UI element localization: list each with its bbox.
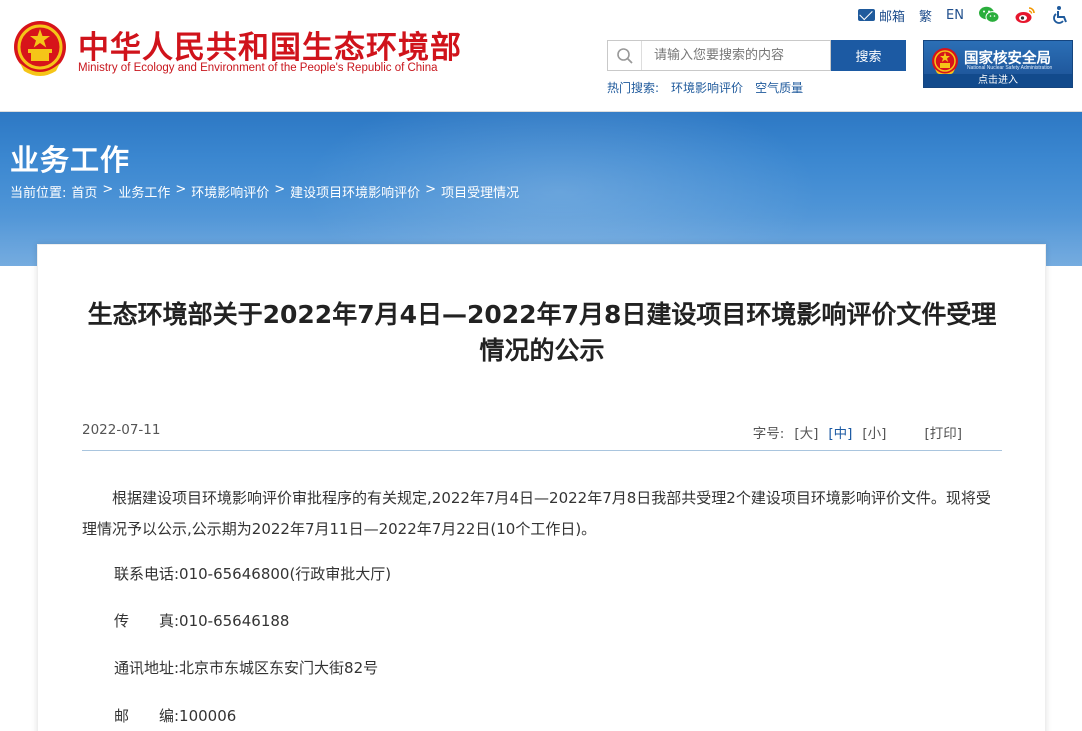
breadcrumb-project-eia[interactable]: 建设项目环境影响评价 — [290, 182, 420, 201]
breadcrumb-label: 当前位置: — [10, 186, 67, 201]
mail-link[interactable]: 邮箱 — [858, 6, 905, 25]
search-box — [607, 40, 831, 71]
hot-search: 热门搜索: 环境影响评价 空气质量 — [607, 79, 803, 96]
site-title[interactable]: 中华人民共和国生态环境部 — [78, 22, 462, 67]
font-size-medium[interactable]: [中] — [828, 422, 852, 442]
weibo-icon[interactable] — [1014, 5, 1036, 25]
section-title: 业务工作 — [10, 143, 131, 177]
article-card: 生态环境部关于2022年7月4日—2022年7月8日建设项目环境影响评价文件受理… — [37, 244, 1046, 731]
breadcrumb: 当前位置: 首页 > 业务工作 > 环境影响评价 > 建设项目环境影响评价 > … — [10, 182, 519, 201]
breadcrumb-eia[interactable]: 环境影响评价 — [191, 182, 269, 201]
traditional-label: 繁 — [919, 9, 933, 25]
top-links: 邮箱 繁 EN — [858, 5, 1072, 25]
contact-address: 通讯地址:北京市东城区东安门大街82号 — [114, 659, 379, 677]
site-subtitle: Ministry of Ecology and Environment of t… — [78, 62, 438, 74]
article-meta: 2022-07-11 字号: [大] [中] [小] [打印] — [82, 419, 1002, 451]
contact-postcode: 邮 编:100006 — [114, 707, 237, 725]
hot-search-label: 热门搜索: — [607, 81, 660, 95]
breadcrumb-separator: > — [175, 182, 187, 197]
mail-icon — [858, 9, 876, 21]
hot-search-item[interactable]: 环境影响评价 — [671, 79, 743, 96]
nsa-enter-label: 点击进入 — [924, 74, 1072, 87]
article-paragraph: 根据建设项目环境影响评价审批程序的有关规定,2022年7月4日—2022年7月8… — [82, 489, 991, 538]
nsa-entry-banner[interactable]: 国家核安全局 National Nuclear Safety Administr… — [923, 40, 1073, 88]
hot-search-item[interactable]: 空气质量 — [755, 79, 803, 96]
national-emblem-icon — [932, 48, 958, 76]
article-body: 根据建设项目环境影响评价审批程序的有关规定,2022年7月4日—2022年7月8… — [82, 483, 1002, 545]
national-emblem-icon — [14, 21, 66, 76]
english-link[interactable]: EN — [946, 8, 964, 23]
breadcrumb-separator: > — [425, 182, 437, 197]
publish-date: 2022-07-11 — [82, 422, 161, 438]
font-size-large[interactable]: [大] — [794, 422, 818, 442]
section-banner: 业务工作 当前位置: 首页 > 业务工作 > 环境影响评价 > 建设项目环境影响… — [0, 112, 1082, 266]
font-size-controls: 字号: [大] [中] [小] [打印] — [753, 422, 962, 442]
search-icon — [608, 41, 642, 70]
traditional-chinese-link[interactable]: 繁 — [919, 6, 932, 25]
breadcrumb-separator: > — [102, 182, 114, 197]
breadcrumb-business[interactable]: 业务工作 — [118, 182, 170, 201]
search-button[interactable]: 搜索 — [831, 40, 906, 71]
print-button[interactable]: [打印] — [924, 422, 962, 442]
contact-phone: 联系电话:010-65646800(行政审批大厅) — [114, 565, 392, 583]
english-label: EN — [946, 7, 964, 23]
nsa-english-name: National Nuclear Safety Administration — [967, 65, 1053, 71]
breadcrumb-acceptance[interactable]: 项目受理情况 — [441, 182, 519, 201]
accessibility-icon[interactable] — [1050, 5, 1072, 25]
breadcrumb-separator: > — [274, 182, 286, 197]
mail-label: 邮箱 — [879, 9, 906, 25]
site-header: 中华人民共和国生态环境部 Ministry of Ecology and Env… — [0, 0, 1082, 112]
search-input[interactable] — [642, 41, 828, 70]
font-size-label: 字号: — [752, 426, 785, 442]
contact-fax: 传 真:010-65646188 — [114, 612, 290, 630]
wechat-icon[interactable] — [978, 5, 1000, 25]
font-size-small[interactable]: [小] — [862, 422, 886, 442]
breadcrumb-home[interactable]: 首页 — [71, 182, 97, 201]
article-title: 生态环境部关于2022年7月4日—2022年7月8日建设项目环境影响评价文件受理… — [87, 300, 997, 365]
